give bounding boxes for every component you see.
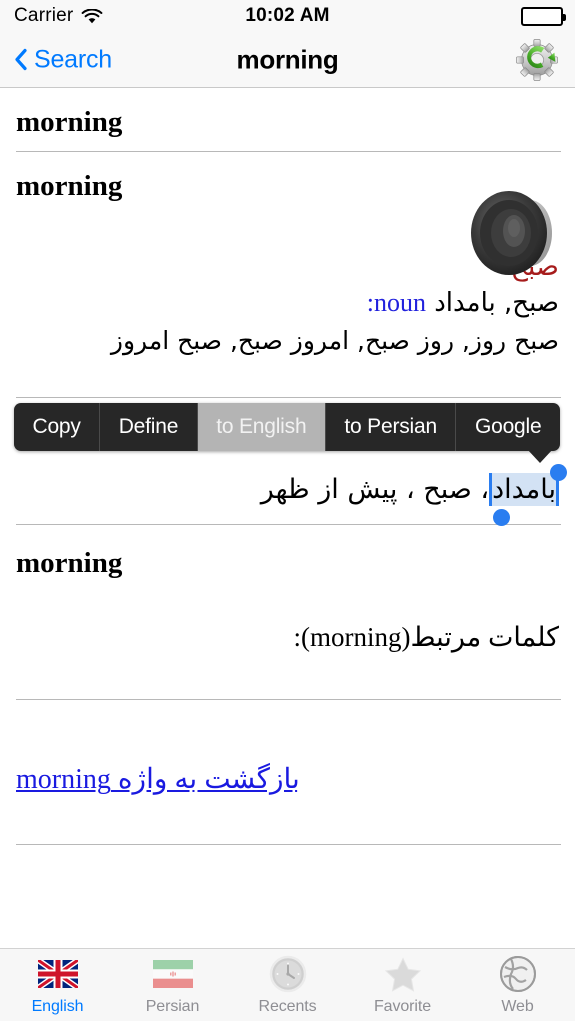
tab-english[interactable]: English: [0, 954, 115, 1016]
speaker-icon[interactable]: [467, 185, 567, 280]
headword-primary: morning: [16, 106, 123, 138]
tab-recents-label: Recents: [258, 998, 317, 1015]
globe-icon: [496, 954, 540, 994]
selected-word[interactable]: بامداد: [489, 473, 559, 506]
uk-flag-icon: [36, 954, 80, 994]
tab-favorite[interactable]: Favorite: [345, 954, 460, 1016]
selected-line-remainder: ، صبح ، پیش از ظهر: [260, 474, 490, 505]
status-bar-right: [521, 6, 566, 26]
selected-text-line[interactable]: بامداد، صبح ، پیش از ظهر: [0, 473, 575, 506]
tab-persian[interactable]: Persian: [115, 954, 230, 1016]
tab-recents[interactable]: Recents: [230, 954, 345, 1016]
selection-handle-start[interactable]: [550, 464, 567, 481]
status-bar: Carrier 10:02 AM: [0, 0, 575, 32]
gear-refresh-icon[interactable]: [513, 36, 561, 84]
app-screen: Carrier 10:02 AM Search morning morning …: [0, 0, 575, 1021]
context-menu-item-define[interactable]: Define: [100, 403, 198, 451]
star-icon: [381, 954, 425, 994]
persian-synonyms: صبح روز, روز صبح, امروز صبح, صبح امروز: [110, 326, 559, 355]
tab-web-label: Web: [501, 998, 534, 1015]
persian-gloss-text: صبح, بامداد: [434, 288, 559, 318]
tab-persian-label: Persian: [145, 998, 200, 1015]
headword-related: morning: [16, 547, 123, 579]
text-selection-context-menu[interactable]: Copy Define to English to Persian Google: [14, 403, 560, 451]
clock-icon: [266, 954, 310, 994]
context-menu-tail: [527, 449, 553, 463]
tab-web[interactable]: Web: [460, 954, 575, 1016]
context-menu-item-google[interactable]: Google: [456, 403, 560, 451]
divider: [16, 844, 561, 845]
related-words-label: کلمات مرتبط(morning):: [293, 622, 559, 652]
back-to-word-link[interactable]: بازگشت به واژه morning: [0, 762, 300, 796]
iran-flag-icon: [151, 954, 195, 994]
navigation-bar: Search morning: [0, 32, 575, 88]
page-title: morning: [236, 44, 339, 74]
context-menu-item-copy[interactable]: Copy: [14, 403, 101, 451]
tab-bar: English Persian Recents Favorite Web: [0, 948, 575, 1021]
tab-english-label: English: [31, 998, 84, 1015]
definition-content[interactable]: morning morning صبح صبح, بامداد noun: صب…: [0, 88, 575, 948]
context-menu-item-to-persian[interactable]: to Persian: [326, 403, 457, 451]
selection-handle-end[interactable]: [493, 509, 510, 526]
context-menu-item-to-english[interactable]: to English: [197, 403, 326, 451]
part-of-speech-label: noun:: [366, 288, 426, 317]
battery-full-icon: [521, 6, 566, 26]
tab-favorite-label: Favorite: [374, 998, 431, 1015]
persian-gloss-line: صبح, بامداد noun:: [0, 288, 575, 318]
status-bar-clock: 10:02 AM: [245, 5, 330, 26]
